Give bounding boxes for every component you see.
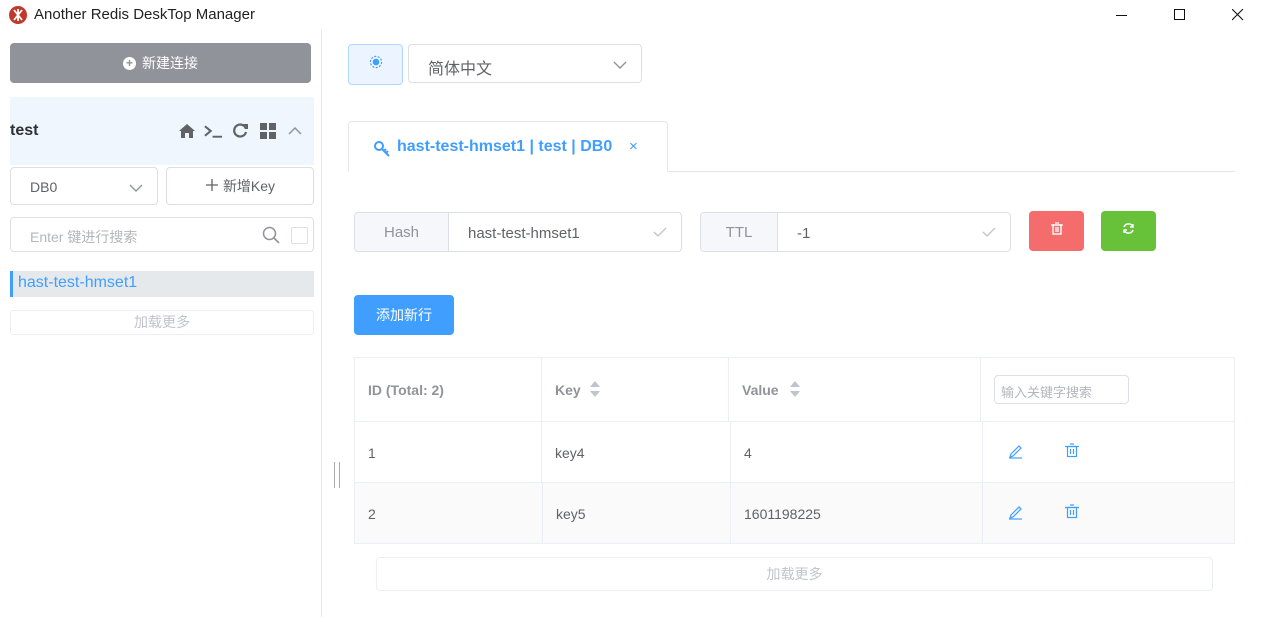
column-header-value[interactable]: Value bbox=[729, 358, 981, 422]
key-name-group: Hash hast-test-hmset1 bbox=[354, 212, 682, 252]
sidebar-resize-handle[interactable] bbox=[334, 462, 340, 488]
home-icon[interactable] bbox=[177, 121, 196, 140]
chevron-up-icon[interactable] bbox=[285, 121, 304, 140]
table-filter-input[interactable]: 输入关键字搜索 bbox=[994, 375, 1129, 404]
key-search-input[interactable]: Enter 键进行搜索 bbox=[10, 217, 314, 252]
trash-icon bbox=[1050, 222, 1063, 240]
key-icon bbox=[373, 140, 391, 163]
edit-icon[interactable] bbox=[1008, 443, 1023, 462]
exact-search-checkbox[interactable] bbox=[291, 227, 308, 244]
tab-label: hast-test-hmset1 | test | DB0 bbox=[397, 138, 613, 155]
theme-toggle-button[interactable] bbox=[348, 44, 403, 85]
chevron-down-icon bbox=[129, 180, 143, 196]
trash-icon[interactable] bbox=[1065, 443, 1079, 461]
key-search-placeholder: Enter 键进行搜索 bbox=[30, 229, 138, 245]
new-connection-label: 新建连接 bbox=[142, 55, 198, 71]
sort-icon[interactable] bbox=[789, 380, 801, 401]
add-key-label: 新增Key bbox=[222, 178, 276, 194]
trash-icon[interactable] bbox=[1065, 504, 1079, 522]
table-row: 2 key5 1601198225 bbox=[355, 483, 1234, 544]
connection-name: test bbox=[10, 122, 39, 139]
refresh-key-button[interactable] bbox=[1101, 211, 1156, 251]
maximize-button[interactable] bbox=[1157, 0, 1203, 30]
window-title: Another Redis DeskTop Manager bbox=[34, 6, 255, 23]
check-icon[interactable] bbox=[653, 225, 667, 243]
edit-icon[interactable] bbox=[1008, 504, 1023, 523]
refresh-icon bbox=[1122, 222, 1135, 240]
plus-icon bbox=[205, 178, 219, 195]
sort-icon[interactable] bbox=[589, 380, 601, 401]
add-row-button[interactable]: 添加新行 bbox=[354, 295, 454, 335]
new-connection-button[interactable]: + 新建连接 bbox=[10, 43, 311, 83]
row-id: 2 bbox=[368, 506, 376, 522]
key-name-input[interactable]: hast-test-hmset1 bbox=[468, 225, 580, 242]
key-type-label: Hash bbox=[355, 213, 449, 251]
sidebar: + 新建连接 test DB0 新增Key Enter 键进行搜索 hast-t… bbox=[0, 30, 322, 617]
grid-icon[interactable] bbox=[258, 121, 277, 140]
sun-icon bbox=[368, 54, 384, 75]
hash-table: ID (Total: 2) Key Value 输入关键字搜索 1 key4 4 bbox=[354, 357, 1235, 544]
close-tab-icon[interactable]: × bbox=[629, 138, 638, 155]
row-key: key5 bbox=[556, 506, 586, 522]
key-list-load-more-button[interactable]: 加载更多 bbox=[10, 310, 314, 335]
column-header-id: ID (Total: 2) bbox=[355, 358, 542, 422]
refresh-icon[interactable] bbox=[231, 121, 250, 140]
check-icon[interactable] bbox=[982, 225, 996, 243]
db-select[interactable]: DB0 bbox=[10, 167, 158, 205]
db-select-value: DB0 bbox=[30, 179, 58, 195]
plus-circle-icon: + bbox=[123, 56, 136, 70]
terminal-icon[interactable] bbox=[204, 121, 223, 140]
key-list-item[interactable]: hast-test-hmset1 bbox=[10, 271, 314, 297]
row-id: 1 bbox=[368, 445, 376, 461]
tab-key-detail[interactable]: hast-test-hmset1 | test | DB0 × bbox=[348, 121, 668, 172]
table-row: 1 key4 4 bbox=[355, 422, 1234, 483]
language-select[interactable]: 简体中文 bbox=[408, 44, 642, 83]
close-window-button[interactable] bbox=[1215, 0, 1261, 30]
chevron-down-icon bbox=[613, 57, 627, 75]
app-logo-icon bbox=[9, 6, 27, 24]
table-filter-placeholder: 输入关键字搜索 bbox=[1001, 385, 1093, 400]
title-bar: Another Redis DeskTop Manager bbox=[0, 0, 1270, 30]
add-key-button[interactable]: 新增Key bbox=[166, 167, 314, 205]
search-icon[interactable] bbox=[262, 226, 280, 247]
ttl-input[interactable]: -1 bbox=[797, 225, 810, 242]
row-value: 1601198225 bbox=[744, 506, 821, 522]
row-key: key4 bbox=[555, 445, 585, 461]
delete-key-button[interactable] bbox=[1029, 211, 1084, 251]
column-header-actions: 输入关键字搜索 bbox=[981, 358, 1234, 422]
minimize-button[interactable] bbox=[1099, 0, 1145, 30]
connection-header[interactable]: test bbox=[10, 97, 314, 165]
column-header-key[interactable]: Key bbox=[542, 358, 729, 422]
ttl-label: TTL bbox=[701, 213, 778, 251]
ttl-group: TTL -1 bbox=[700, 212, 1011, 252]
table-load-more-button[interactable]: 加载更多 bbox=[376, 557, 1213, 591]
row-value: 4 bbox=[744, 445, 752, 461]
language-select-value: 简体中文 bbox=[428, 61, 493, 78]
